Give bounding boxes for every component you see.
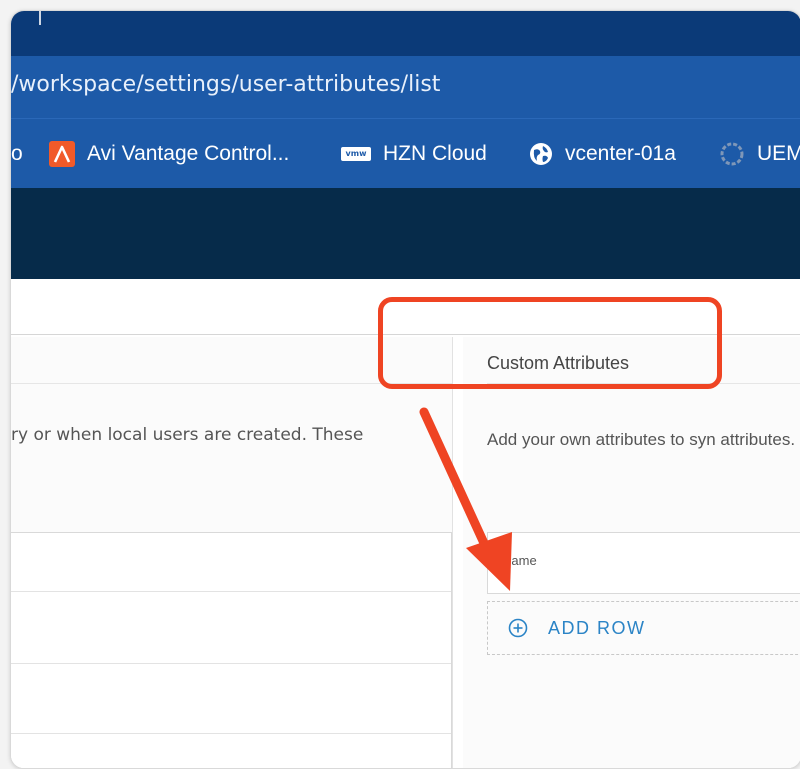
globe-icon bbox=[529, 142, 553, 166]
bookmark-label: HZN Cloud bbox=[383, 142, 487, 165]
custom-attributes-panel: Custom Attributes Add your own attribute… bbox=[463, 337, 800, 768]
default-attributes-panel: ry or when local users are created. Thes… bbox=[11, 337, 453, 768]
title-bar bbox=[11, 11, 800, 56]
app-header bbox=[11, 188, 800, 279]
bookmark-partial[interactable]: o bbox=[11, 139, 23, 169]
uem-icon bbox=[719, 141, 745, 167]
browser-window: /workspace/settings/user-attributes/list… bbox=[10, 10, 800, 769]
add-row-label: ADD ROW bbox=[548, 617, 646, 638]
column-header-name: Name bbox=[502, 553, 537, 568]
section-divider bbox=[487, 383, 800, 384]
table-row[interactable] bbox=[11, 663, 451, 664]
section-divider bbox=[11, 383, 452, 384]
section-description: ry or when local users are created. Thes… bbox=[11, 425, 364, 445]
bookmark-label: UEM bbox=[757, 142, 800, 165]
section-description: Add your own attributes to syn attribute… bbox=[487, 430, 796, 449]
table-row[interactable] bbox=[11, 733, 451, 734]
tab-edge[interactable] bbox=[39, 11, 49, 25]
bookmarks-bar: o Avi Vantage Control... vmw HZN Cloud v… bbox=[11, 118, 800, 189]
table-row[interactable] bbox=[11, 591, 451, 592]
bookmark-uem[interactable]: UEM bbox=[719, 139, 800, 169]
page-content: ry or when local users are created. Thes… bbox=[11, 279, 800, 768]
add-row-button[interactable]: ADD ROW bbox=[487, 601, 800, 655]
content-divider bbox=[11, 334, 800, 335]
bookmark-label: vcenter-01a bbox=[565, 142, 676, 165]
url-text[interactable]: /workspace/settings/user-attributes/list bbox=[11, 72, 440, 97]
avi-icon bbox=[49, 141, 75, 167]
bookmark-hzn-cloud[interactable]: vmw HZN Cloud bbox=[341, 139, 487, 169]
bookmark-vcenter[interactable]: vcenter-01a bbox=[529, 139, 676, 169]
section-title: Custom Attributes bbox=[487, 353, 630, 373]
bookmark-avi-vantage[interactable]: Avi Vantage Control... bbox=[49, 139, 289, 169]
bookmark-label: o bbox=[11, 142, 23, 165]
bookmark-label: Avi Vantage Control... bbox=[87, 142, 290, 165]
plus-circle-icon bbox=[508, 618, 528, 638]
custom-attributes-table: Name bbox=[487, 532, 800, 594]
vmware-icon: vmw bbox=[341, 147, 371, 161]
attributes-table bbox=[11, 532, 452, 768]
address-bar[interactable]: /workspace/settings/user-attributes/list bbox=[11, 56, 800, 118]
